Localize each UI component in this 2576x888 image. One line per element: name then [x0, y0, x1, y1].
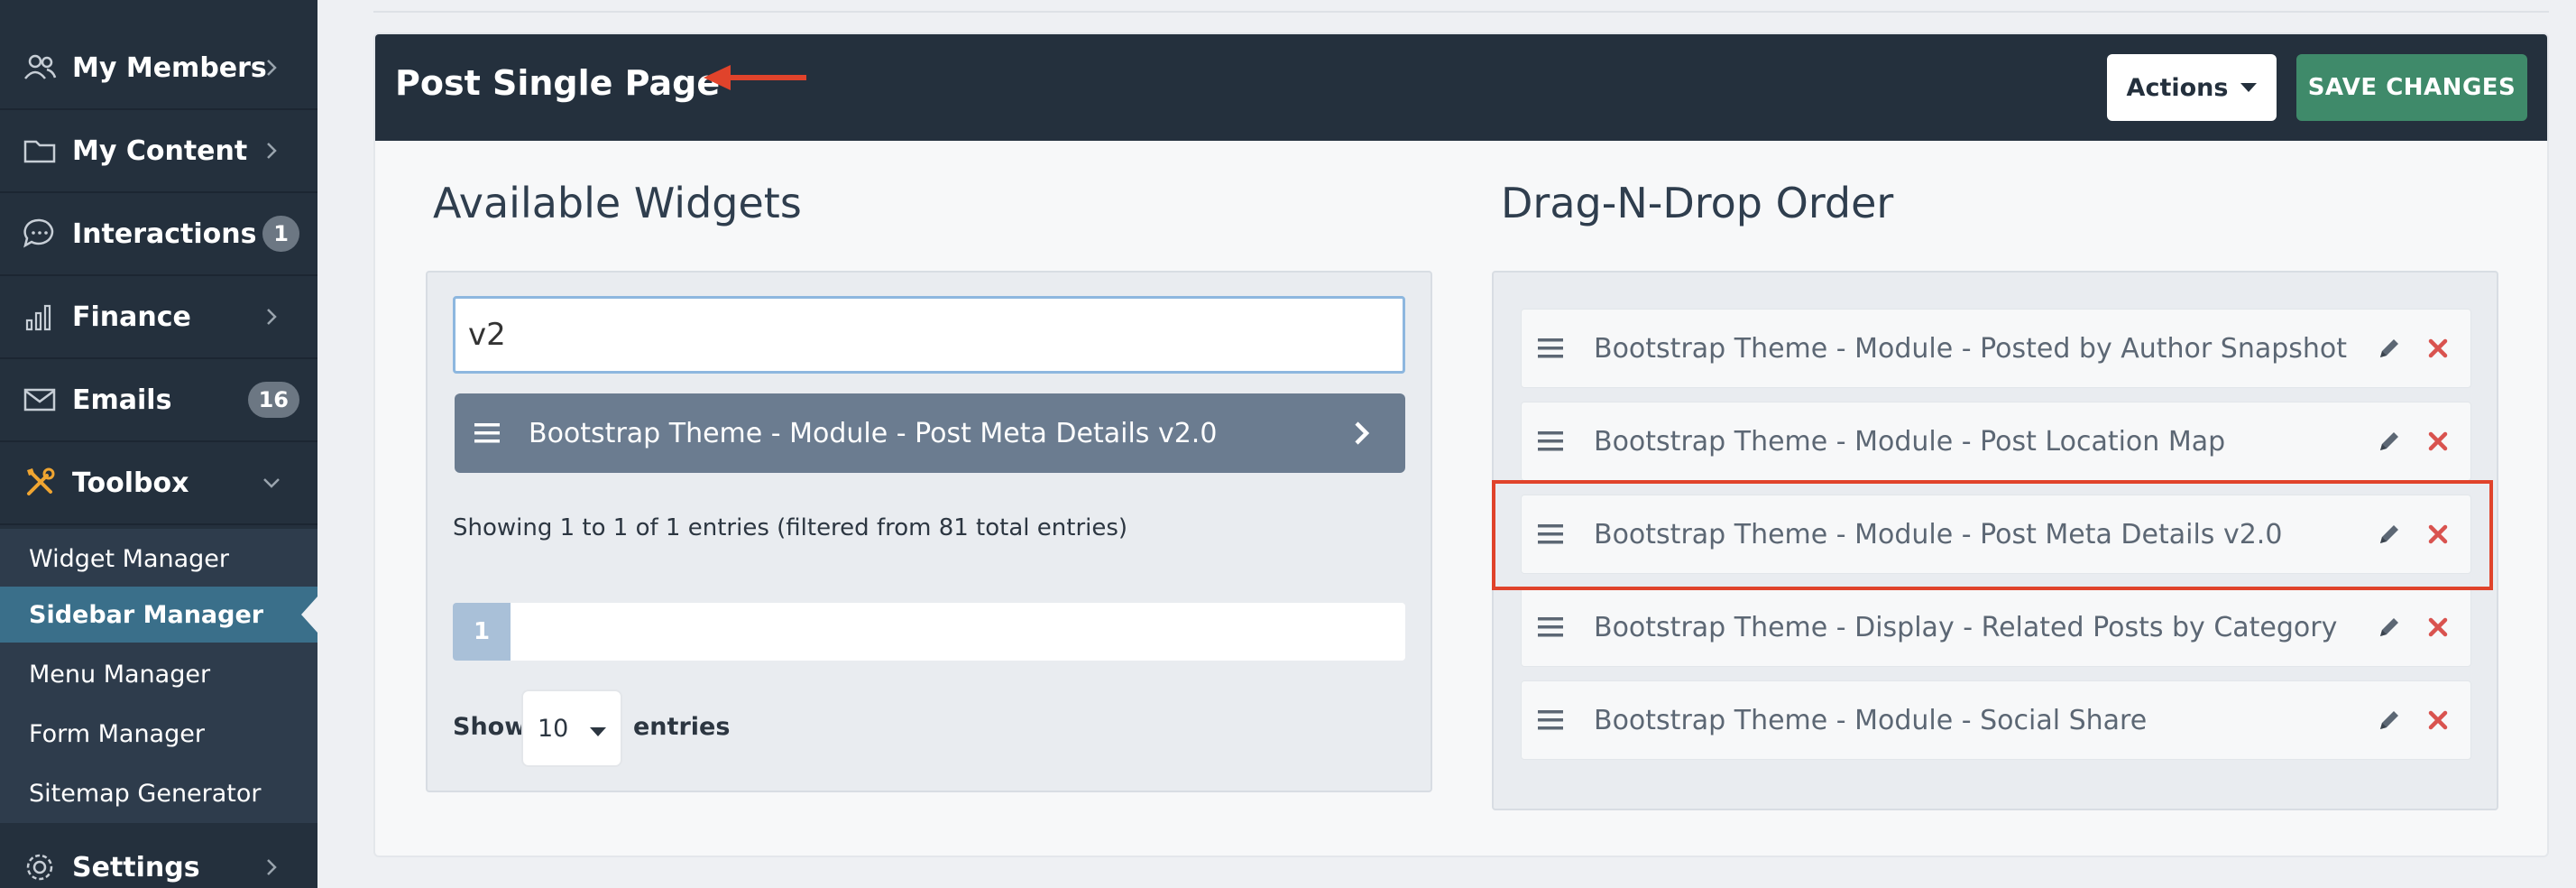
gear-icon — [26, 854, 53, 881]
save-label: SAVE CHANGES — [2307, 74, 2516, 101]
save-changes-button[interactable]: SAVE CHANGES — [2296, 54, 2527, 121]
chevron-right-icon — [267, 60, 277, 76]
sidebar-item-label: My Content — [72, 134, 248, 167]
sidebar-item-my-content[interactable]: My Content — [0, 110, 317, 193]
sidebar-item-label: Settings — [72, 851, 200, 883]
drag-handle-icon[interactable] — [1538, 616, 1563, 638]
annotation-arrow-icon — [704, 65, 806, 90]
pagination: 1 — [453, 603, 1405, 661]
sidebar-item-label: Finance — [72, 301, 191, 333]
pencil-icon[interactable] — [2377, 429, 2402, 454]
bar-chart-icon — [25, 304, 51, 331]
drag-drop-order-title: Drag-N-Drop Order — [1501, 179, 1894, 227]
tools-icon — [27, 467, 55, 495]
notification-badge: 1 — [262, 216, 299, 252]
sidebar-item-settings[interactable]: Settings — [0, 827, 317, 888]
sidebar-editor-card: Post Single Page Actions SAVE CHANGES Av… — [373, 32, 2549, 857]
actions-label: Actions — [2126, 73, 2229, 102]
submenu-item-label: Menu Manager — [29, 660, 211, 689]
widget-label: Bootstrap Theme - Module - Post Meta Det… — [529, 417, 1218, 449]
sidebar-item-my-members[interactable]: My Members — [0, 27, 317, 110]
available-widget-row[interactable]: Bootstrap Theme - Module - Post Meta Det… — [455, 393, 1405, 473]
chevron-right-icon — [267, 859, 277, 875]
caret-down-icon — [590, 727, 606, 736]
drag-handle-icon[interactable] — [1538, 430, 1563, 452]
submenu-item-label: Form Manager — [29, 719, 205, 748]
submenu-item-label: Sidebar Manager — [29, 600, 264, 629]
card-header: Post Single Page Actions SAVE CHANGES — [375, 34, 2547, 141]
available-widgets-title: Available Widgets — [433, 179, 802, 227]
envelope-icon — [23, 388, 56, 412]
sidebar-item-label: Interactions — [72, 217, 257, 250]
page-title: Post Single Page — [395, 63, 721, 103]
sidebar-item-label: My Members — [72, 51, 267, 84]
order-item-label: Bootstrap Theme - Module - Posted by Aut… — [1594, 332, 2348, 365]
submenu-item-menu-manager[interactable]: Menu Manager — [0, 646, 317, 702]
order-item-label: Bootstrap Theme - Module - Social Share — [1594, 704, 2148, 736]
divider — [373, 11, 2549, 13]
page-size-select[interactable]: 10 — [521, 689, 622, 767]
page-size-value: 10 — [538, 714, 569, 743]
order-item-label: Bootstrap Theme - Display - Related Post… — [1594, 611, 2338, 643]
members-icon — [24, 54, 57, 79]
sidebar-item-interactions[interactable]: Interactions 1 — [0, 193, 317, 276]
chevron-right-icon[interactable] — [1351, 421, 1373, 446]
submenu-item-sidebar-manager[interactable]: Sidebar Manager — [0, 587, 317, 643]
sidebar: My Members My Content Interactions 1 Fin… — [0, 0, 317, 888]
delete-icon[interactable] — [2427, 709, 2449, 731]
page-button-1[interactable]: 1 — [453, 603, 511, 661]
delete-icon[interactable] — [2427, 338, 2449, 359]
delete-icon[interactable] — [2427, 616, 2449, 638]
sidebar-item-label: Emails — [72, 384, 172, 416]
order-item[interactable]: Bootstrap Theme - Module - Post Location… — [1521, 402, 2471, 481]
order-item-label: Bootstrap Theme - Module - Post Location… — [1594, 425, 2226, 458]
order-item[interactable]: Bootstrap Theme - Module - Social Share — [1521, 680, 2471, 760]
chevron-down-icon — [263, 478, 280, 488]
annotation-highlight-box — [1492, 480, 2493, 590]
chat-icon — [23, 218, 54, 248]
pencil-icon[interactable] — [2377, 336, 2402, 361]
chevron-right-icon — [267, 143, 277, 159]
toolbox-submenu: Widget Manager Sidebar Manager Menu Mana… — [0, 529, 317, 823]
entries-info: Showing 1 to 1 of 1 entries (filtered fr… — [453, 514, 1128, 541]
submenu-item-sitemap-generator[interactable]: Sitemap Generator — [0, 765, 317, 821]
sidebar-item-finance[interactable]: Finance — [0, 276, 317, 359]
sidebar-item-label: Toolbox — [72, 467, 189, 499]
widget-search-input[interactable] — [453, 296, 1405, 374]
notification-badge: 16 — [247, 382, 299, 418]
show-label: Show — [453, 713, 528, 741]
sidebar-item-emails[interactable]: Emails 16 — [0, 359, 317, 442]
caret-down-icon — [2240, 83, 2258, 92]
drag-handle-icon — [474, 423, 500, 443]
order-item[interactable]: Bootstrap Theme - Display - Related Post… — [1521, 587, 2471, 667]
active-indicator — [301, 597, 317, 633]
sidebar-item-toolbox[interactable]: Toolbox — [0, 442, 317, 525]
drag-handle-icon[interactable] — [1538, 338, 1563, 359]
entries-label: entries — [633, 713, 731, 741]
submenu-item-widget-manager[interactable]: Widget Manager — [0, 531, 317, 587]
available-widgets-panel: Bootstrap Theme - Module - Post Meta Det… — [426, 271, 1432, 792]
pencil-icon[interactable] — [2377, 708, 2402, 733]
submenu-item-label: Sitemap Generator — [29, 779, 262, 808]
submenu-item-form-manager[interactable]: Form Manager — [0, 706, 317, 762]
drag-handle-icon[interactable] — [1538, 709, 1563, 731]
actions-dropdown-button[interactable]: Actions — [2107, 54, 2277, 121]
pencil-icon[interactable] — [2377, 615, 2402, 640]
delete-icon[interactable] — [2427, 430, 2449, 452]
folder-icon — [23, 140, 56, 163]
chevron-right-icon — [267, 309, 277, 325]
order-item[interactable]: Bootstrap Theme - Module - Posted by Aut… — [1521, 309, 2471, 388]
submenu-item-label: Widget Manager — [29, 544, 230, 573]
